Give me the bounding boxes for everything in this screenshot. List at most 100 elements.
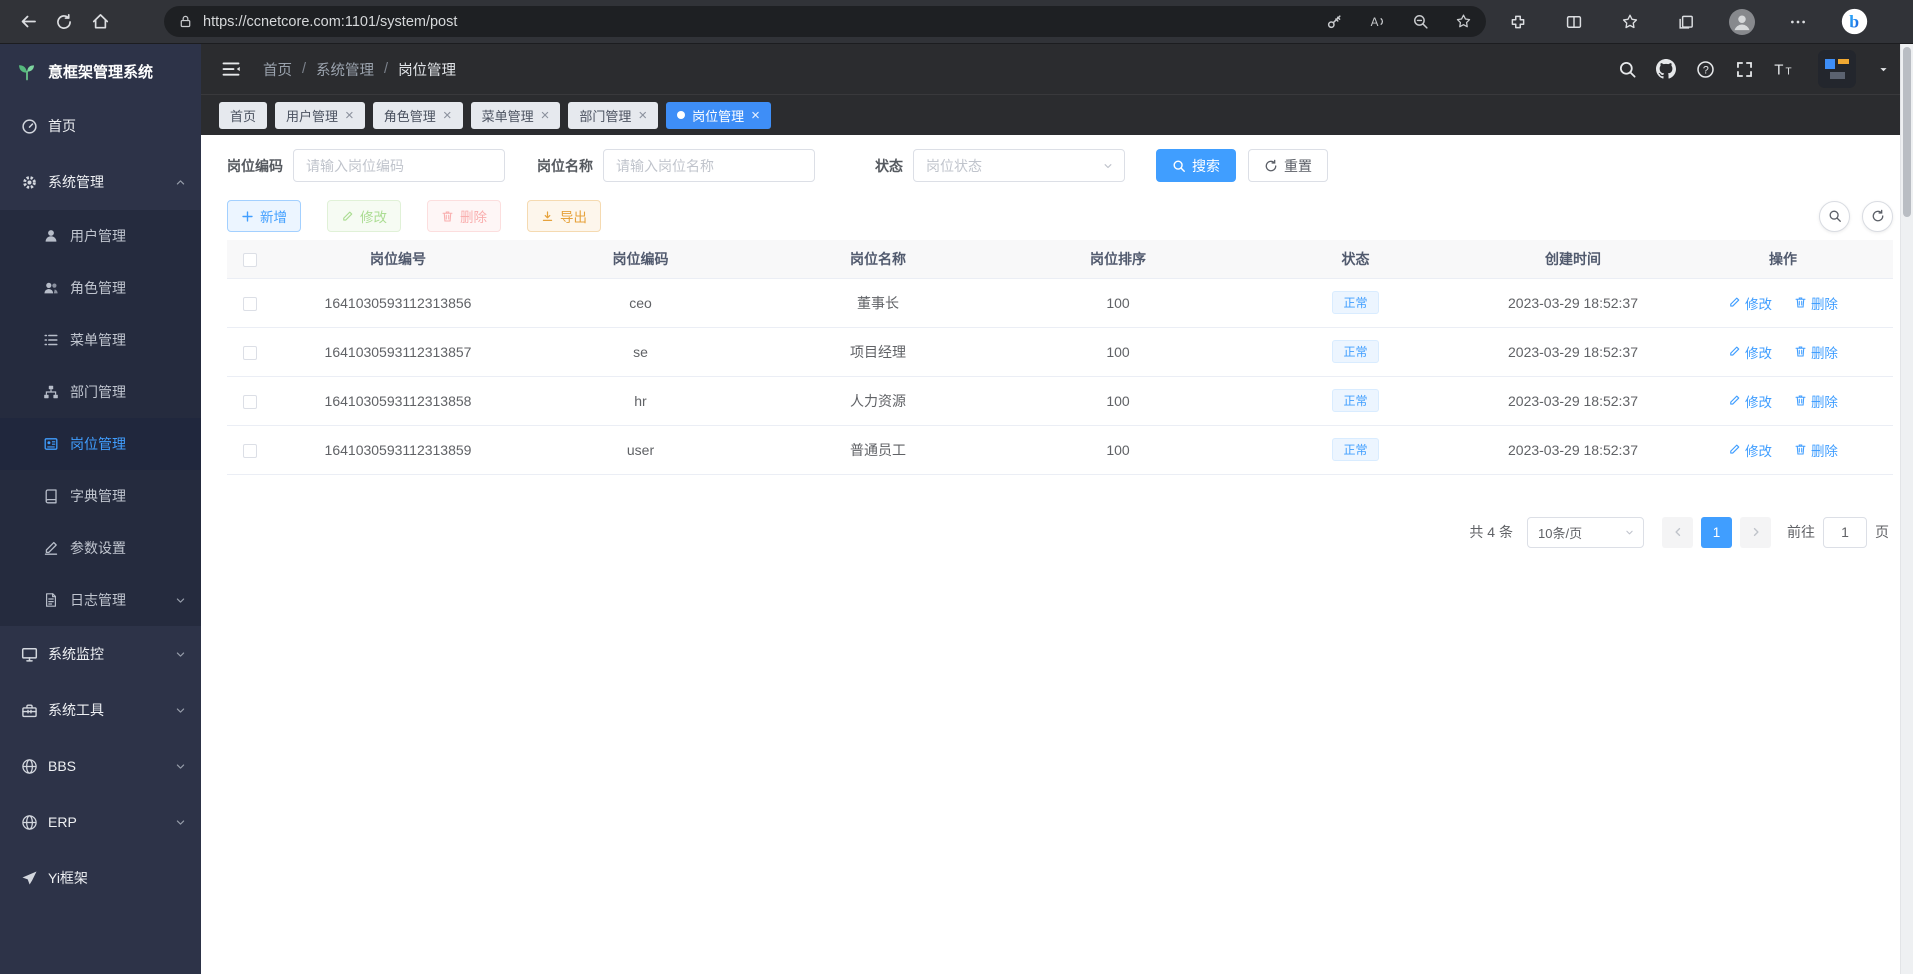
header-search-icon[interactable] bbox=[1615, 57, 1639, 81]
app-logo[interactable]: 意框架管理系统 bbox=[0, 44, 201, 98]
row-delete-link[interactable]: 删除 bbox=[1794, 342, 1838, 362]
sidebar-item-log-mgmt[interactable]: 日志管理 bbox=[0, 574, 201, 626]
book-icon bbox=[42, 487, 60, 505]
row-checkbox[interactable] bbox=[243, 444, 257, 458]
sidebar-item-home[interactable]: 首页 bbox=[0, 98, 201, 154]
zoom-icon[interactable] bbox=[1412, 13, 1429, 30]
post-name-input[interactable] bbox=[603, 149, 815, 182]
browser-back-button[interactable] bbox=[10, 4, 46, 40]
search-button[interactable]: 搜索 bbox=[1156, 149, 1236, 182]
sidebar-item-label: BBS bbox=[48, 758, 76, 774]
cell-created: 2023-03-29 18:52:37 bbox=[1473, 327, 1673, 376]
favorites-icon[interactable] bbox=[1612, 4, 1648, 40]
site-info-lock-icon[interactable] bbox=[178, 14, 193, 29]
browser-menu-icon[interactable] bbox=[1780, 4, 1816, 40]
chevron-down-icon bbox=[174, 760, 187, 773]
avatar-caret-icon[interactable] bbox=[1871, 57, 1895, 81]
help-icon[interactable]: ? bbox=[1693, 57, 1717, 81]
profile-avatar-icon[interactable] bbox=[1724, 4, 1760, 40]
page-scrollbar[interactable] bbox=[1900, 44, 1913, 974]
cell-post-name: 普通员工 bbox=[758, 425, 998, 474]
sidebar-item-dict-mgmt[interactable]: 字典管理 bbox=[0, 470, 201, 522]
address-bar[interactable]: https://ccnetcore.com:1101/system/post A bbox=[164, 6, 1486, 37]
row-checkbox[interactable] bbox=[243, 297, 257, 311]
row-checkbox[interactable] bbox=[243, 346, 257, 360]
tabs-bar: 首页 用户管理 × 角色管理× 菜单管理× 部门管理× 岗位管理× bbox=[201, 94, 1913, 135]
edit-button[interactable]: 修改 bbox=[327, 200, 401, 232]
browser-refresh-button[interactable] bbox=[46, 4, 82, 40]
sidebar-item-post-mgmt[interactable]: 岗位管理 bbox=[0, 418, 201, 470]
toggle-search-icon[interactable] bbox=[1819, 201, 1850, 232]
sidebar-item-erp[interactable]: ERP bbox=[0, 794, 201, 850]
read-aloud-icon[interactable]: A bbox=[1369, 13, 1386, 30]
breadcrumb-home[interactable]: 首页 bbox=[263, 59, 292, 80]
sidebar-item-system-monitor[interactable]: 系统监控 bbox=[0, 626, 201, 682]
tab-user-mgmt[interactable]: 用户管理 × bbox=[275, 102, 365, 129]
prev-page-button[interactable] bbox=[1662, 517, 1693, 548]
app-title: 意框架管理系统 bbox=[48, 61, 153, 82]
row-delete-link[interactable]: 删除 bbox=[1794, 391, 1838, 411]
goto-page-input[interactable] bbox=[1823, 517, 1867, 548]
select-all-checkbox[interactable] bbox=[243, 253, 257, 267]
password-key-icon[interactable] bbox=[1326, 13, 1343, 30]
post-code-input[interactable] bbox=[293, 149, 505, 182]
row-delete-link[interactable]: 删除 bbox=[1794, 293, 1838, 313]
refresh-table-icon[interactable] bbox=[1862, 201, 1893, 232]
extensions-icon[interactable] bbox=[1500, 4, 1536, 40]
row-edit-link[interactable]: 修改 bbox=[1728, 342, 1772, 362]
sidebar-item-yi-framework[interactable]: Yi框架 bbox=[0, 850, 201, 906]
sidebar-fold-icon[interactable] bbox=[219, 57, 243, 81]
sidebar-item-dept-mgmt[interactable]: 部门管理 bbox=[0, 366, 201, 418]
sidebar-item-bbs[interactable]: BBS bbox=[0, 738, 201, 794]
page-number-button[interactable]: 1 bbox=[1701, 517, 1732, 548]
row-edit-link[interactable]: 修改 bbox=[1728, 293, 1772, 313]
split-screen-icon[interactable] bbox=[1556, 4, 1592, 40]
reset-button[interactable]: 重置 bbox=[1248, 149, 1328, 182]
row-delete-label: 删除 bbox=[1811, 342, 1838, 362]
browser-home-button[interactable] bbox=[82, 4, 118, 40]
row-edit-link[interactable]: 修改 bbox=[1728, 440, 1772, 460]
sidebar-item-user-mgmt[interactable]: 用户管理 bbox=[0, 210, 201, 262]
font-size-icon[interactable]: TT bbox=[1771, 57, 1795, 81]
tab-close-icon[interactable]: × bbox=[751, 108, 760, 123]
row-delete-link[interactable]: 删除 bbox=[1794, 440, 1838, 460]
paper-plane-icon bbox=[20, 869, 38, 887]
tab-close-icon[interactable]: × bbox=[443, 108, 452, 123]
page-size-select[interactable]: 10条/页 bbox=[1527, 517, 1644, 548]
row-edit-link[interactable]: 修改 bbox=[1728, 391, 1772, 411]
tab-close-icon[interactable]: × bbox=[541, 108, 550, 123]
add-button[interactable]: 新增 bbox=[227, 200, 301, 232]
tab-close-icon[interactable]: × bbox=[638, 108, 647, 123]
tab-home[interactable]: 首页 bbox=[219, 102, 267, 129]
sidebar-item-role-mgmt[interactable]: 角色管理 bbox=[0, 262, 201, 314]
status-badge: 正常 bbox=[1332, 340, 1378, 363]
user-avatar[interactable] bbox=[1818, 50, 1856, 88]
tab-dept-mgmt[interactable]: 部门管理× bbox=[568, 102, 658, 129]
edit-icon bbox=[42, 539, 60, 557]
status-select[interactable]: 岗位状态 bbox=[913, 149, 1125, 182]
github-icon[interactable] bbox=[1654, 57, 1678, 81]
next-page-button[interactable] bbox=[1740, 517, 1771, 548]
fullscreen-icon[interactable] bbox=[1732, 57, 1756, 81]
add-favorite-star-icon[interactable] bbox=[1455, 13, 1472, 30]
tab-role-mgmt[interactable]: 角色管理× bbox=[373, 102, 463, 129]
sidebar-item-menu-mgmt[interactable]: 菜单管理 bbox=[0, 314, 201, 366]
sidebar-item-label: 字典管理 bbox=[70, 486, 126, 506]
export-button[interactable]: 导出 bbox=[527, 200, 601, 232]
delete-button[interactable]: 删除 bbox=[427, 200, 501, 232]
tab-post-mgmt[interactable]: 岗位管理× bbox=[666, 102, 771, 129]
sidebar-item-system-mgmt[interactable]: 系统管理 bbox=[0, 154, 201, 210]
copilot-bing-icon[interactable]: b bbox=[1836, 4, 1872, 40]
tab-label: 用户管理 bbox=[286, 106, 338, 125]
collections-icon[interactable] bbox=[1668, 4, 1704, 40]
sidebar-item-label: 参数设置 bbox=[70, 538, 126, 558]
cell-post-sort: 100 bbox=[998, 425, 1238, 474]
tab-close-icon[interactable]: × bbox=[345, 108, 354, 123]
cell-post-name: 董事长 bbox=[758, 278, 998, 327]
row-checkbox[interactable] bbox=[243, 395, 257, 409]
tab-menu-mgmt[interactable]: 菜单管理× bbox=[471, 102, 561, 129]
sidebar-item-system-tools[interactable]: 系统工具 bbox=[0, 682, 201, 738]
sidebar-item-param-settings[interactable]: 参数设置 bbox=[0, 522, 201, 574]
scrollbar-thumb[interactable] bbox=[1903, 47, 1911, 217]
breadcrumb-system[interactable]: 系统管理 bbox=[316, 59, 374, 80]
